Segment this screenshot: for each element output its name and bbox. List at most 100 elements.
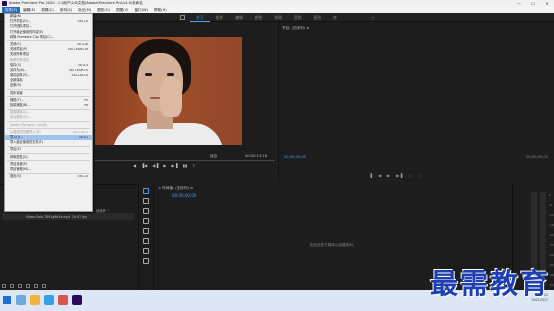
meter-tick: -12 [549,213,554,217]
file-menu-item[interactable]: 退出(X) Ctrl+Q [5,174,92,179]
timeline-title[interactable]: × 时间轴: (无序列) ≡ [158,186,193,191]
file-menu-item-label: 新建(N) [10,14,22,18]
program-step-back-button[interactable]: ◀ [378,173,381,178]
video-left-eye [145,73,152,76]
file-menu-item-label: 同步设置 [10,90,23,95]
file-explorer-icon[interactable] [30,295,40,305]
meter-tick: 0 [549,193,551,197]
type-tool-icon[interactable] [142,258,149,264]
file-menu-item[interactable]: 还原(R) [5,83,92,88]
insert-button[interactable]: ▮▮ [183,163,187,168]
selection-tool-icon[interactable] [142,188,149,194]
file-menu-item-label: 关闭所有项目 [10,52,30,57]
pen-tool-icon[interactable] [142,238,149,244]
go-to-in-button[interactable]: ▐◀ [141,163,147,168]
video-right-eye [167,73,174,76]
file-menu-item[interactable]: 转换 Premiere Clip 项目(C)... [5,35,92,40]
program-monitor-title[interactable]: 节目: (无序列) ≡ [282,26,309,31]
project-panel-toolbar [2,284,46,288]
window-controls: — ☐ ✕ [512,0,554,7]
ripple-edit-tool-icon[interactable] [142,208,149,214]
program-transport: ▐ ◀ ▶ ▶▐ ⬚ ⬚ [369,173,422,178]
new-bin-icon[interactable] [26,284,30,288]
file-menu-item-label: 关闭项目(P) [10,47,28,52]
file-menu-item-label: 还原(R) [10,83,22,88]
file-menu-item-label: 设为脱机(O)... [10,115,31,120]
workspace-overflow-button[interactable]: » [372,13,374,22]
file-menu-item-label: 导出(E) [10,147,21,152]
new-item-icon[interactable] [34,284,38,288]
project-item-fps: 29.97 fps [72,215,87,219]
workspace-tab-graphics[interactable]: 图形 [308,13,328,22]
video-preview [95,37,242,145]
file-menu-item[interactable]: 项目管理(M)... [5,167,92,172]
program-mark-button[interactable]: ▐ [369,173,372,178]
search-icon[interactable] [16,295,26,305]
media-app-icon[interactable] [58,295,68,305]
slip-tool-icon[interactable] [142,228,149,234]
maximize-button[interactable]: ☐ [526,0,540,7]
file-menu-item[interactable]: 导入最近使用的文件(F) [5,140,92,145]
source-scrubber[interactable] [95,160,275,161]
hand-tool-icon[interactable] [142,248,149,254]
mark-in-button[interactable]: ◀ [133,163,136,168]
source-transport: ◀ ▐◀ ◀▐ ▶ ▶▐ ▮▮ ⇪ [133,163,195,168]
tools-panel [138,184,152,290]
file-menu-item-shortcut: Ctrl+Q [77,174,88,179]
file-menu-item[interactable]: 批量捕捉(B)... F6 [5,103,92,108]
workspace-tab-audio[interactable]: 音频 [288,13,308,22]
list-view-icon[interactable] [2,284,6,288]
file-menu-item-label: 全部保存 [10,78,23,83]
export-frame-button[interactable]: ⇪ [192,163,195,168]
timeline-timecode[interactable]: 00;00;00;00 [172,193,196,198]
premiere-taskbar-icon[interactable] [72,295,82,305]
workspace-tab-color[interactable]: 颜色 [249,13,269,22]
trash-icon[interactable] [42,284,46,288]
program-play-button[interactable]: ▶ [387,173,390,178]
meter-tick: -6 [549,203,552,207]
freeform-view-icon[interactable] [18,284,22,288]
file-menu-item-label: 批量捕捉(B)... [10,103,31,107]
file-menu-item[interactable]: 导出(E) [5,147,92,152]
browser-icon[interactable] [44,295,54,305]
home-icon[interactable] [180,15,185,20]
timeline-empty-message: 在此处放下媒体以创建序列。 [309,243,357,247]
file-menu-item[interactable]: 获取属性(G) [5,155,92,160]
track-select-tool-icon[interactable] [142,198,149,204]
icon-view-icon[interactable] [10,284,14,288]
workspace-tab-libraries[interactable]: 库 [327,13,343,22]
workspace-tab-editing[interactable]: 编辑 [229,13,249,22]
play-button[interactable]: ▶ [163,163,166,168]
step-back-button[interactable]: ◀▐ [152,163,158,168]
minimize-button[interactable]: — [512,0,526,7]
file-menu-item-shortcut: F6 [84,103,88,107]
program-timecode[interactable]: 00;00;00;00 [284,155,306,159]
file-menu-item: Adobe Dynamic Link(K) [5,123,92,128]
workspace-tab-learn[interactable]: 学习 [190,13,210,22]
file-menu-item-label: 打开项目(O)... [10,19,31,24]
file-menu-item-label: 退出(X) [10,174,22,179]
premiere-app-icon [2,1,7,6]
program-extract-button[interactable]: ⬚ [418,173,422,178]
file-menu-item-label: 导入(I)... [10,134,23,139]
file-menu-item[interactable]: 同步设置 [5,91,92,96]
video-mouth [150,97,160,99]
workspace-tabs: 学习 组件 编辑 颜色 效果 音频 图形 库 [190,13,343,22]
file-menu-item-label: 获取属性(G) [10,154,28,159]
project-item-name[interactable]: Video-Sala-7891g9b3a.mp4 [26,215,70,219]
file-menu-item-label: Adobe Dynamic Link(K) [10,122,48,127]
file-menu-item-label: 打开团队项目... [10,24,33,29]
windows-start-icon[interactable] [3,296,11,304]
program-step-forward-button[interactable]: ▶▐ [396,173,402,178]
program-duration: 00;00;00;00 [526,155,548,159]
source-fit-select[interactable]: 适合 [210,154,217,159]
close-button[interactable]: ✕ [540,0,554,7]
workspace-tab-assembly[interactable]: 组件 [210,13,230,22]
file-menu-item-label: 转换 Premiere Clip 项目(C)... [10,34,54,39]
step-forward-button[interactable]: ▶▐ [171,163,177,168]
razor-tool-icon[interactable] [142,218,149,224]
file-menu-item-label: 链接媒体(L)... [10,110,31,115]
program-lift-button[interactable]: ⬚ [408,173,412,178]
workspace-tab-effects[interactable]: 效果 [268,13,288,22]
file-menu-item-label: 另存为(A)... [10,67,28,72]
